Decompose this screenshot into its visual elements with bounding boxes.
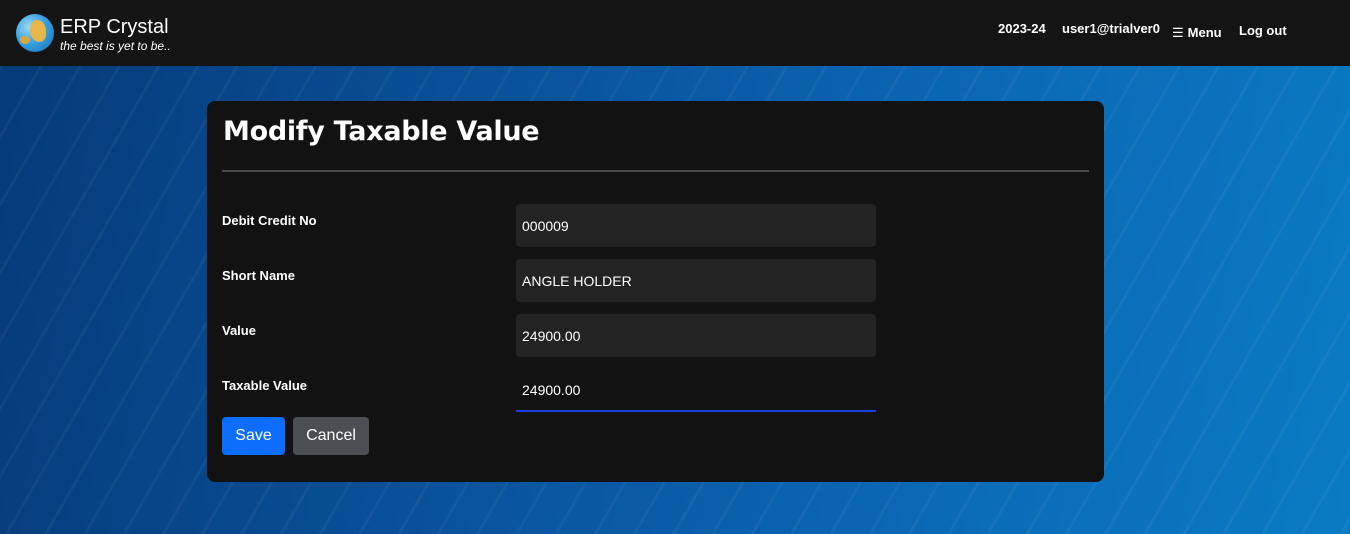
debit-credit-no-input[interactable] [516, 204, 876, 247]
value-label: Value [222, 323, 256, 338]
hamburger-icon: ☰ [1172, 25, 1184, 40]
globe-logo-icon[interactable] [16, 14, 54, 52]
save-button[interactable]: Save [222, 417, 285, 455]
app-name[interactable]: ERP Crystal [60, 16, 169, 39]
top-navbar: ERP Crystal the best is yet to be.. 2023… [0, 0, 1350, 66]
modify-taxable-value-card: Modify Taxable Value Debit Credit No Sho… [207, 101, 1104, 482]
cancel-button[interactable]: Cancel [293, 417, 369, 455]
page-title: Modify Taxable Value [223, 116, 540, 147]
menu-label: Menu [1187, 25, 1222, 40]
short-name-label: Short Name [222, 268, 295, 283]
current-user[interactable]: user1@trialver0 [1062, 21, 1160, 36]
taxable-value-input[interactable] [516, 369, 876, 412]
debit-credit-no-label: Debit Credit No [222, 213, 317, 228]
title-divider [222, 170, 1089, 172]
menu-button[interactable]: ☰ Menu [1172, 25, 1222, 41]
short-name-input[interactable] [516, 259, 876, 302]
value-input[interactable] [516, 314, 876, 357]
taxable-value-label: Taxable Value [222, 378, 308, 393]
logout-link[interactable]: Log out [1239, 23, 1287, 38]
app-tagline: the best is yet to be.. [60, 39, 171, 53]
financial-year[interactable]: 2023-24 [998, 21, 1046, 36]
